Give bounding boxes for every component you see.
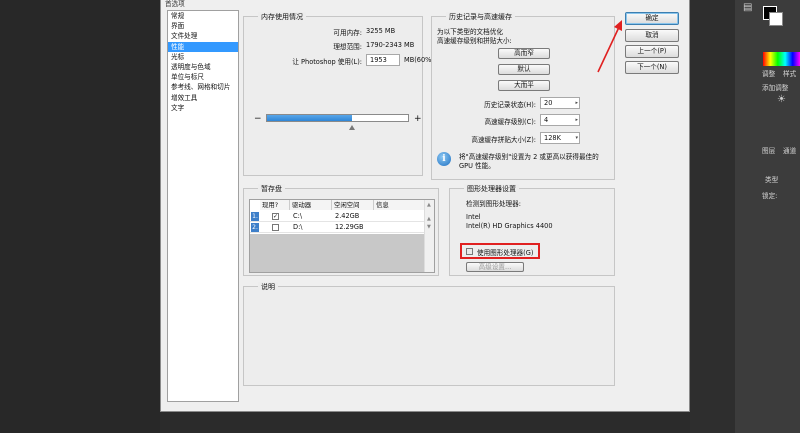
nav-item-transparency[interactable]: 透明度与色域: [168, 62, 238, 72]
preferences-dialog: 首选项 常规 界面 文件处理 性能 光标 透明度与色域 单位与标尺 参考线、网格…: [160, 0, 690, 412]
nav-item-file-handling[interactable]: 文件处理: [168, 31, 238, 41]
col-info: 信息: [374, 200, 426, 210]
ideal-range-label: 理想范围:: [333, 43, 362, 51]
photoshop-canvas-left: [0, 0, 160, 433]
preferences-nav-list: 常规 界面 文件处理 性能 光标 透明度与色域 单位与标尺 参考线、网格和切片 …: [167, 10, 239, 402]
description-group: 说明: [243, 282, 615, 386]
tab-layers[interactable]: 图层: [762, 145, 775, 155]
background-color-swatch[interactable]: [769, 12, 783, 26]
scratch-disks-table: 现用? 驱动器 空闲空间 信息 1. ✓ C:\ 2.42GB 2. D:\ 1…: [249, 199, 435, 273]
drive-cell: C:\: [293, 212, 303, 220]
gpu-highlight-box: [460, 243, 540, 259]
cache-levels-value: 4: [544, 116, 549, 124]
drive-cell: D:\: [293, 223, 303, 231]
col-drive: 驱动器: [290, 200, 332, 210]
cache-levels-input[interactable]: 4 ▸: [540, 114, 580, 126]
nav-item-cursors[interactable]: 光标: [168, 52, 238, 62]
nav-item-interface[interactable]: 界面: [168, 21, 238, 31]
history-cache-group: 历史记录与高速缓存 为以下类型的文档优化 高速缓存级别和拼贴大小: 高而窄 默认…: [431, 12, 615, 180]
col-active: 现用?: [260, 200, 290, 210]
description-title: 说明: [258, 282, 278, 292]
spinner-arrow-icon[interactable]: ▸: [575, 115, 578, 125]
advanced-settings-button[interactable]: 高级设置...: [466, 262, 524, 272]
cancel-button[interactable]: 取消: [625, 29, 679, 42]
row-number: 1.: [251, 212, 259, 221]
photoshop-canvas-right: [690, 0, 735, 433]
add-adjustment-label: 添加调整: [762, 84, 789, 92]
ideal-range-value: 1790-2343 MB: [366, 41, 415, 49]
table-empty-area: [250, 234, 426, 272]
tool-icon[interactable]: ▤: [743, 2, 752, 13]
ps-memory-input[interactable]: 1953: [366, 54, 400, 66]
arrow-down-icon[interactable]: ▼: [427, 224, 431, 230]
table-row[interactable]: 2. D:\ 12.29GB: [250, 222, 426, 233]
chevron-down-icon[interactable]: ▾: [575, 133, 578, 143]
scratch-group-title: 暂存盘: [258, 184, 285, 194]
arrow-up-icon[interactable]: ▲: [427, 216, 431, 222]
tile-size-label: 高速缓存拼贴大小(Z):: [471, 136, 536, 144]
tab-channels[interactable]: 通道: [783, 145, 796, 155]
dialog-title: 首选项: [165, 0, 185, 8]
nav-item-performance[interactable]: 性能: [168, 41, 238, 52]
gpu-detected-label: 检测到图形处理器:: [466, 200, 521, 208]
memory-slider-thumb[interactable]: [348, 125, 355, 130]
spinner-arrow-icon[interactable]: ▸: [575, 98, 578, 108]
ok-button[interactable]: 确定: [625, 12, 679, 25]
photoshop-right-panel: ▤ 调整 样式 添加调整 ☀ 图层 通道 类型 锁定:: [735, 0, 800, 433]
gpu-vendor: Intel: [466, 213, 481, 221]
gpu-model: Intel(R) HD Graphics 4400: [466, 222, 553, 230]
nav-item-units-rulers[interactable]: 单位与标尺: [168, 72, 238, 82]
active-checkbox[interactable]: [272, 224, 279, 231]
gpu-group-title: 图形处理器设置: [464, 184, 519, 194]
memory-group-title: 内存使用情况: [258, 12, 306, 22]
cache-levels-label: 高速缓存级别(C):: [484, 118, 536, 126]
nav-item-guides-grid[interactable]: 参考线、网格和切片: [168, 82, 238, 92]
history-desc-line2: 高速缓存级别和拼贴大小:: [437, 37, 512, 45]
next-button[interactable]: 下一个(N): [625, 61, 679, 74]
default-button[interactable]: 默认: [498, 64, 550, 75]
active-checkbox[interactable]: ✓: [272, 213, 279, 220]
history-group-title: 历史记录与高速缓存: [446, 12, 515, 22]
gpu-settings-group: 图形处理器设置 检测到图形处理器: Intel Intel(R) HD Grap…: [449, 184, 615, 276]
nav-item-general[interactable]: 常规: [168, 11, 238, 21]
tile-size-select[interactable]: 128K ▾: [540, 132, 580, 144]
big-flat-button[interactable]: 大而平: [498, 80, 550, 91]
prev-button[interactable]: 上一个(P): [625, 45, 679, 58]
info-icon: i: [437, 152, 451, 166]
available-memory-value: 3255 MB: [366, 27, 396, 35]
history-states-label: 历史记录状态(H):: [484, 101, 536, 109]
memory-slider[interactable]: [266, 114, 409, 122]
col-free-space: 空闲空间: [332, 200, 374, 210]
history-states-input[interactable]: 20 ▸: [540, 97, 580, 109]
nav-item-type[interactable]: 文字: [168, 103, 238, 113]
color-ramp[interactable]: [763, 52, 800, 66]
table-row[interactable]: 1. ✓ C:\ 2.42GB: [250, 211, 426, 222]
gpu-note-line2: GPU 性能。: [459, 162, 495, 170]
tall-thin-button[interactable]: 高而窄: [498, 48, 550, 59]
ps-memory-label: 让 Photoshop 使用(L):: [292, 58, 362, 66]
space-cell: 12.29GB: [335, 223, 364, 231]
memory-slider-fill: [267, 115, 352, 121]
scratch-disks-group: 暂存盘 现用? 驱动器 空闲空间 信息 1. ✓ C:\ 2.42GB 2. D…: [243, 184, 439, 276]
tile-size-value: 128K: [544, 134, 561, 142]
memory-usage-group: 内存使用情况 可用内存: 3255 MB 理想范围: 1790-2343 MB …: [243, 12, 434, 176]
row-number: 2.: [251, 223, 259, 232]
table-reorder-scrollbar[interactable]: ▲ ▲ ▼: [424, 200, 434, 272]
plus-label: +: [414, 114, 422, 124]
history-states-value: 20: [544, 99, 553, 107]
available-memory-label: 可用内存:: [333, 29, 362, 37]
arrow-up-icon[interactable]: ▲: [427, 202, 431, 208]
nav-item-plugins[interactable]: 增效工具: [168, 93, 238, 103]
layer-kind-filter[interactable]: 类型: [765, 174, 778, 184]
tab-styles[interactable]: 样式: [783, 68, 796, 78]
space-cell: 2.42GB: [335, 212, 360, 220]
dialog-shadow-area: [160, 412, 690, 433]
minus-label: −: [254, 114, 262, 124]
tab-adjustments[interactable]: 调整: [762, 68, 775, 78]
ps-memory-unit: MB(60%): [404, 56, 435, 64]
brightness-icon[interactable]: ☀: [777, 94, 786, 105]
lock-label: 锁定:: [762, 192, 778, 200]
